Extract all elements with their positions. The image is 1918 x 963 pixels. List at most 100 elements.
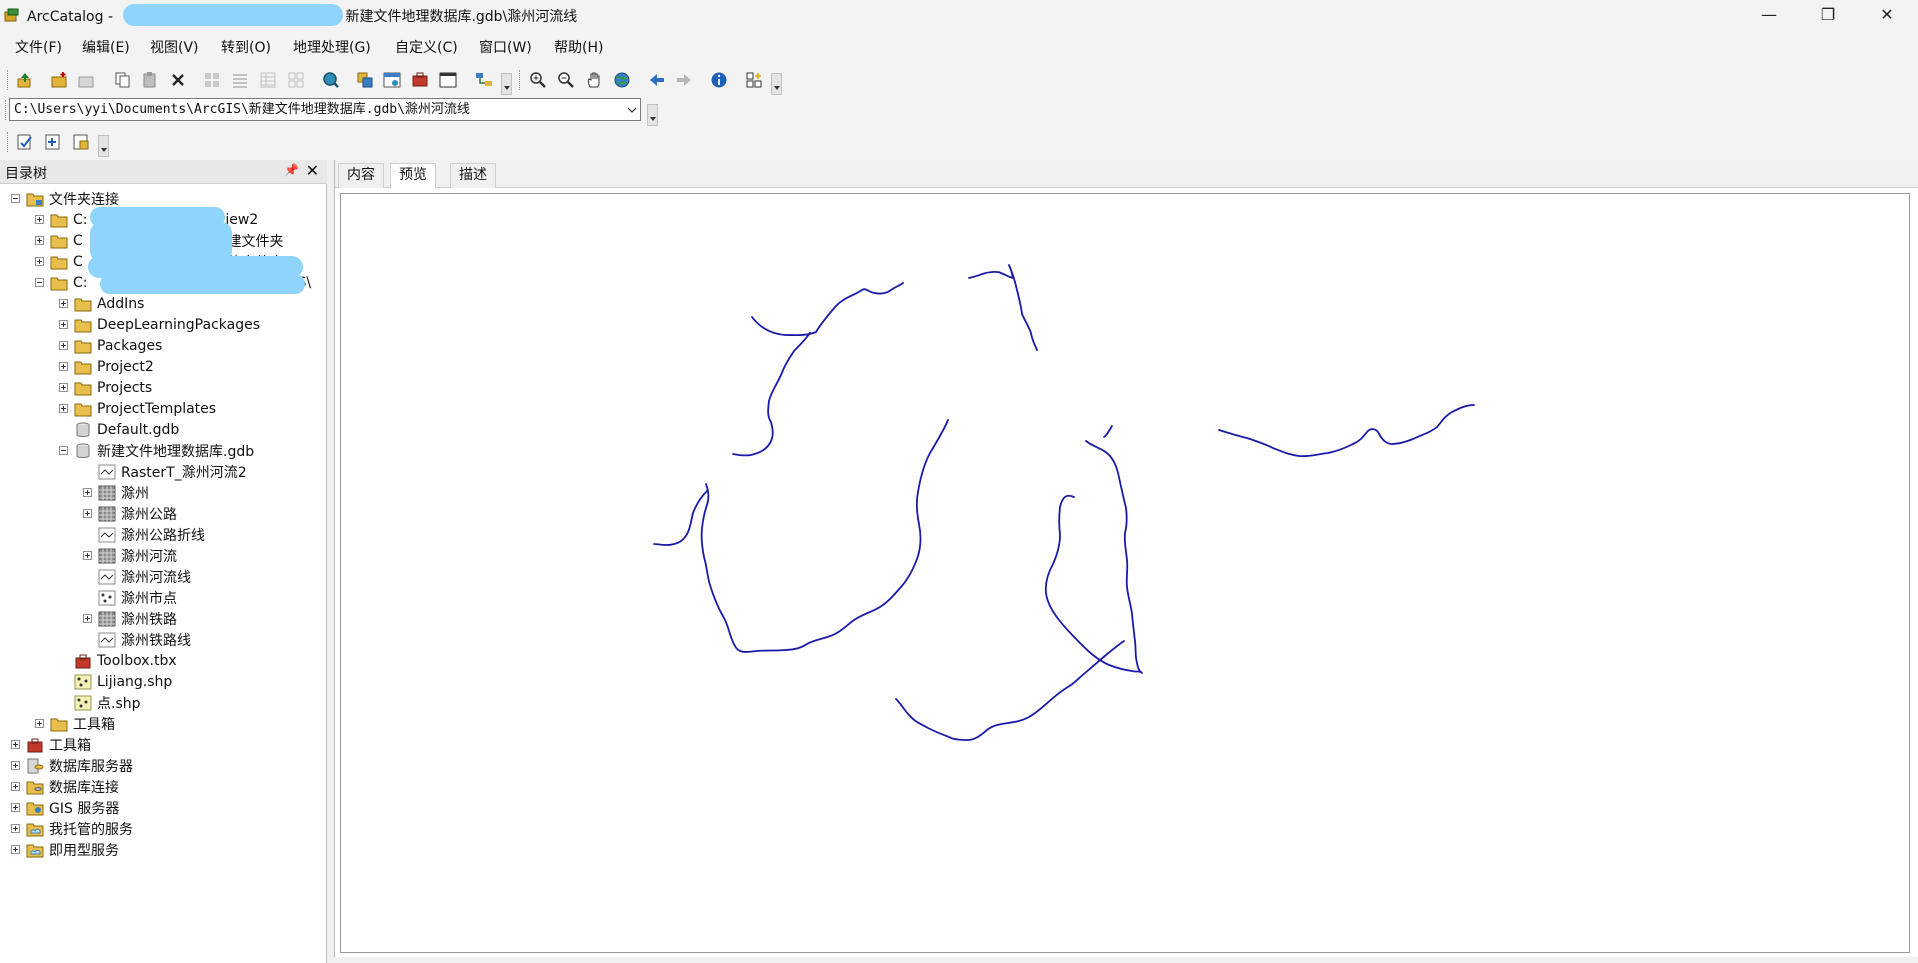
disconnect-folder-icon[interactable] xyxy=(76,69,98,91)
close-button[interactable]: ✕ xyxy=(1864,0,1910,30)
tree-item-toolbox[interactable]: Toolbox.tbx xyxy=(59,650,177,671)
expand-toggle[interactable] xyxy=(11,761,20,770)
expand-toggle[interactable] xyxy=(59,299,68,308)
identify-icon[interactable] xyxy=(708,69,730,91)
delete-icon[interactable] xyxy=(167,69,189,91)
large-icons-icon[interactable] xyxy=(201,69,223,91)
copy-icon[interactable] xyxy=(112,69,134,91)
geography-preview[interactable] xyxy=(340,193,1910,953)
arctoolbox-icon[interactable] xyxy=(409,69,431,91)
thumbnails-icon[interactable] xyxy=(285,69,307,91)
tab-preview[interactable]: 预览 xyxy=(390,163,436,189)
zoom-out-icon[interactable] xyxy=(555,69,577,91)
tree-item-line-featureclass-selected[interactable]: 滁州河流线 xyxy=(83,566,191,587)
model-builder-icon[interactable] xyxy=(473,69,495,91)
python-window-icon[interactable] xyxy=(437,69,459,91)
zoom-in-icon[interactable] xyxy=(527,69,549,91)
expand-toggle[interactable] xyxy=(11,740,20,749)
catalog-window-icon[interactable] xyxy=(354,69,376,91)
expand-toggle[interactable] xyxy=(11,803,20,812)
menu-window[interactable]: 窗口(W) xyxy=(479,37,532,57)
tab-description[interactable]: 描述 xyxy=(450,163,496,188)
tree-item-shapefile[interactable]: Lijiang.shp xyxy=(59,671,172,692)
expand-toggle[interactable] xyxy=(11,782,20,791)
tree-item-my-hosted-services[interactable]: 我托管的服务 xyxy=(11,818,133,839)
tree-item-folder[interactable]: Project2 xyxy=(59,356,154,377)
tree-item-toolboxes[interactable]: 工具箱 xyxy=(11,734,91,755)
full-extent-icon[interactable] xyxy=(611,69,633,91)
search-window-icon[interactable] xyxy=(381,69,403,91)
toolbar-grip[interactable] xyxy=(519,70,523,90)
tree-item-gis-servers[interactable]: GIS 服务器 xyxy=(11,797,119,818)
validate-metadata-icon[interactable] xyxy=(14,131,36,153)
toolbar-options-dropdown[interactable] xyxy=(771,73,782,95)
expand-toggle[interactable] xyxy=(11,845,20,854)
tree-item-ready-to-use-services[interactable]: 即用型服务 xyxy=(11,839,119,860)
import-metadata-icon[interactable] xyxy=(42,131,64,153)
toolbar-options-dropdown[interactable] xyxy=(647,104,658,126)
collapse-toggle[interactable] xyxy=(11,194,20,203)
tree-item-raster[interactable]: 滁州 xyxy=(83,482,149,503)
pan-icon[interactable] xyxy=(583,69,605,91)
export-metadata-icon[interactable] xyxy=(70,131,92,153)
tree-item-database-connections[interactable]: 数据库连接 xyxy=(11,776,119,797)
pin-icon[interactable]: 📌 xyxy=(284,163,299,177)
collapse-toggle[interactable] xyxy=(59,446,68,455)
expand-toggle[interactable] xyxy=(59,320,68,329)
expand-toggle[interactable] xyxy=(35,236,44,245)
tree-item-line-featureclass[interactable]: 滁州公路折线 xyxy=(83,524,205,545)
tree-item-database-servers[interactable]: 数据库服务器 xyxy=(11,755,133,776)
menu-file[interactable]: 文件(F) xyxy=(15,37,62,57)
tree-item-raster[interactable]: 滁州公路 xyxy=(83,503,177,524)
location-input[interactable]: C:\Users\yyi\Documents\ArcGIS\新建文件地理数据库.… xyxy=(9,98,641,121)
minimize-button[interactable]: — xyxy=(1746,0,1792,30)
tree-item-folder[interactable]: 工具箱 xyxy=(35,713,115,734)
menu-customize[interactable]: 自定义(C) xyxy=(395,37,458,57)
tree-item-line-featureclass[interactable]: RasterT_滁州河流2 xyxy=(83,461,247,482)
expand-toggle[interactable] xyxy=(35,719,44,728)
tree-item-geodatabase[interactable]: 新建文件地理数据库.gdb xyxy=(59,440,254,461)
expand-toggle[interactable] xyxy=(83,488,92,497)
tree-item-folder[interactable]: Packages xyxy=(59,335,162,356)
tree-item-point-featureclass[interactable]: 滁州市点 xyxy=(83,587,177,608)
expand-toggle[interactable] xyxy=(83,551,92,560)
toolbar-options-dropdown[interactable] xyxy=(98,135,109,157)
tree-item-folder-connections[interactable]: 文件夹连接 xyxy=(11,188,119,209)
menu-geoprocessing[interactable]: 地理处理(G) xyxy=(293,37,371,57)
go-back-icon[interactable] xyxy=(646,69,668,91)
menu-edit[interactable]: 编辑(E) xyxy=(82,37,130,57)
expand-toggle[interactable] xyxy=(83,614,92,623)
river-lines-map[interactable] xyxy=(341,194,1909,952)
expand-toggle[interactable] xyxy=(35,215,44,224)
menu-help[interactable]: 帮助(H) xyxy=(554,37,603,57)
tree-item-geodatabase[interactable]: Default.gdb xyxy=(59,419,179,440)
panel-close-icon[interactable]: ✕ xyxy=(306,161,319,180)
list-view-icon[interactable] xyxy=(229,69,251,91)
expand-toggle[interactable] xyxy=(59,383,68,392)
expand-toggle[interactable] xyxy=(59,404,68,413)
up-one-level-icon[interactable] xyxy=(14,69,36,91)
tree-item-folder[interactable]: DeepLearningPackages xyxy=(59,314,260,335)
details-view-icon[interactable] xyxy=(257,69,279,91)
tree-item-folder[interactable]: Projects xyxy=(59,377,152,398)
toolbar-grip[interactable] xyxy=(7,132,11,152)
expand-toggle[interactable] xyxy=(83,509,92,518)
expand-toggle[interactable] xyxy=(11,824,20,833)
restore-button[interactable]: ❐ xyxy=(1805,0,1851,30)
menu-goto[interactable]: 转到(O) xyxy=(221,37,271,57)
paste-icon[interactable] xyxy=(139,69,161,91)
toolbar-extra-icon[interactable] xyxy=(743,69,765,91)
tree-item-folder[interactable]: ProjectTemplates xyxy=(59,398,216,419)
collapse-toggle[interactable] xyxy=(35,278,44,287)
tree-item-raster[interactable]: 滁州河流 xyxy=(83,545,177,566)
tree-item-shapefile[interactable]: 点.shp xyxy=(59,692,141,713)
tab-contents[interactable]: 内容 xyxy=(338,163,384,188)
panel-splitter[interactable] xyxy=(327,160,334,963)
connect-folder-icon[interactable] xyxy=(49,69,71,91)
location-dropdown-arrow[interactable] xyxy=(622,98,641,121)
search-icon[interactable] xyxy=(320,69,342,91)
expand-toggle[interactable] xyxy=(59,341,68,350)
menu-view[interactable]: 视图(V) xyxy=(150,37,199,57)
toolbar-grip[interactable] xyxy=(7,70,11,90)
tree-item-line-featureclass[interactable]: 滁州铁路线 xyxy=(83,629,191,650)
